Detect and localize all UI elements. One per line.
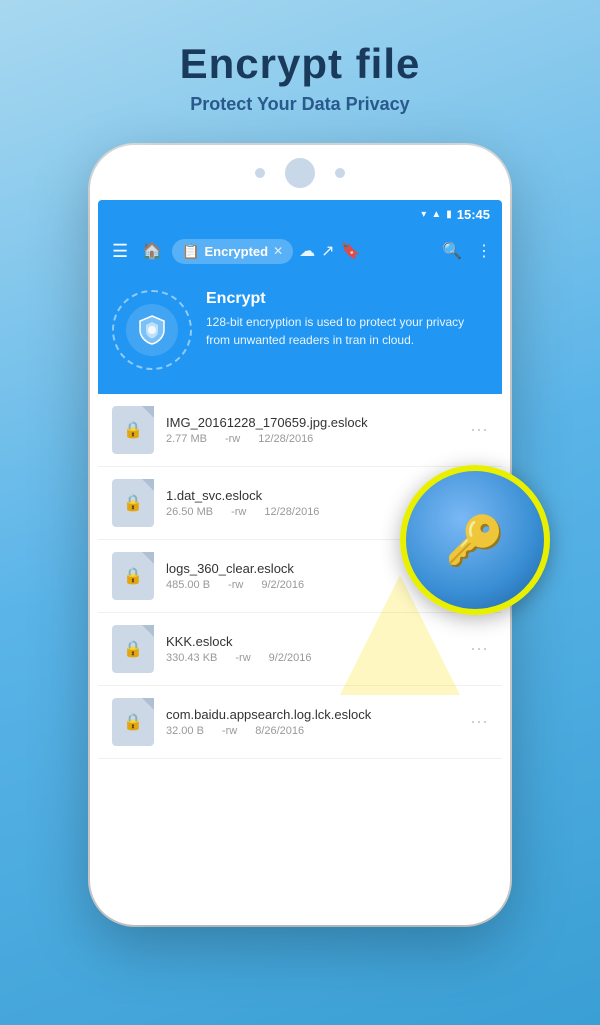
search-icon[interactable]: 🔍 xyxy=(442,241,462,261)
home-icon[interactable]: 🏠 xyxy=(138,237,166,265)
lock-icon: 🔒 xyxy=(123,566,143,586)
encrypt-banner: Encrypt 128-bit encryption is used to pr… xyxy=(98,274,502,394)
lock-icon: 🔒 xyxy=(123,712,143,732)
tab-file-icon: 📋 xyxy=(182,243,199,260)
file-date: 12/28/2016 xyxy=(258,433,313,445)
file-icon: 🔒 xyxy=(112,406,154,454)
tab-close-icon[interactable]: ✕ xyxy=(273,244,283,258)
file-info: IMG_20161228_170659.jpg.eslock 2.77 MB -… xyxy=(166,415,458,445)
file-perms: -rw xyxy=(228,579,243,591)
more-icon[interactable]: ⋮ xyxy=(476,241,492,261)
file-size: 26.50 MB xyxy=(166,506,213,518)
shield-icon xyxy=(136,314,168,346)
file-size: 330.43 KB xyxy=(166,652,217,664)
app-subtitle: Protect Your Data Privacy xyxy=(180,94,421,115)
lock-icon: 🔒 xyxy=(123,493,143,513)
phone-top-bar xyxy=(90,145,510,200)
file-list-item[interactable]: 🔒 IMG_20161228_170659.jpg.eslock 2.77 MB… xyxy=(98,394,502,467)
keyhole-icon: 🔑 xyxy=(445,512,505,569)
file-icon: 🔒 xyxy=(112,625,154,673)
file-size: 32.00 B xyxy=(166,725,204,737)
phone-mockup: 🔑 ▾ ▲ ▮ 15:45 ☰ 🏠 xyxy=(90,145,510,925)
camera-dot xyxy=(255,168,265,178)
file-meta: 2.77 MB -rw 12/28/2016 xyxy=(166,433,458,445)
tab-label: Encrypted xyxy=(205,244,269,259)
file-meta: 32.00 B -rw 8/26/2016 xyxy=(166,725,458,737)
file-date: 8/26/2016 xyxy=(255,725,304,737)
file-size: 2.77 MB xyxy=(166,433,207,445)
sensor-dot xyxy=(335,168,345,178)
app-header: Encrypt file Protect Your Data Privacy xyxy=(180,40,421,115)
shield-container xyxy=(112,290,192,370)
lock-icon: 🔒 xyxy=(123,420,143,440)
status-bar: ▾ ▲ ▮ 15:45 xyxy=(98,200,502,228)
file-icon: 🔒 xyxy=(112,552,154,600)
upload-icon: ↗ xyxy=(321,241,334,261)
file-icon: 🔒 xyxy=(112,479,154,527)
encrypt-description: 128-bit encryption is used to protect yo… xyxy=(206,313,488,349)
file-date: 12/28/2016 xyxy=(264,506,319,518)
file-name: com.baidu.appsearch.log.lck.eslock xyxy=(166,707,458,722)
file-options-icon[interactable]: ⋯ xyxy=(470,712,488,733)
lock-circle: 🔑 xyxy=(400,465,550,615)
status-icons: ▾ ▲ ▮ 15:45 xyxy=(421,207,490,222)
file-name: IMG_20161228_170659.jpg.eslock xyxy=(166,415,458,430)
file-date: 9/2/2016 xyxy=(261,579,304,591)
navigation-bar: ☰ 🏠 📋 Encrypted ✕ ☁ ↗ 🔖 🔍 ⋮ xyxy=(98,228,502,274)
clock: 15:45 xyxy=(457,207,490,222)
signal-icon: ▲ xyxy=(431,209,441,220)
bookmark-icon: 🔖 xyxy=(341,241,361,261)
battery-icon: ▮ xyxy=(446,209,452,220)
file-perms: -rw xyxy=(222,725,237,737)
cloud-icon: ☁ xyxy=(299,241,315,261)
file-icon: 🔒 xyxy=(112,698,154,746)
app-title: Encrypt file xyxy=(180,40,421,88)
file-perms: -rw xyxy=(235,652,250,664)
shield-inner xyxy=(126,304,178,356)
file-perms: -rw xyxy=(225,433,240,445)
file-date: 9/2/2016 xyxy=(269,652,312,664)
shield-outer-ring xyxy=(112,290,192,370)
file-options-icon[interactable]: ⋯ xyxy=(470,420,488,441)
wifi-icon: ▾ xyxy=(421,209,426,220)
encrypted-tab[interactable]: 📋 Encrypted ✕ xyxy=(172,239,293,264)
encrypt-title: Encrypt xyxy=(206,290,488,308)
file-options-icon[interactable]: ⋯ xyxy=(470,639,488,660)
file-perms: -rw xyxy=(231,506,246,518)
file-info: com.baidu.appsearch.log.lck.eslock 32.00… xyxy=(166,707,458,737)
file-list-item[interactable]: 🔒 com.baidu.appsearch.log.lck.eslock 32.… xyxy=(98,686,502,759)
lock-icon: 🔒 xyxy=(123,639,143,659)
lock-overlay-circle: 🔑 xyxy=(400,465,550,615)
file-size: 485.00 B xyxy=(166,579,210,591)
encrypt-text-block: Encrypt 128-bit encryption is used to pr… xyxy=(206,290,488,349)
nav-right-icons: 🔍 ⋮ xyxy=(442,241,492,261)
hamburger-icon[interactable]: ☰ xyxy=(108,237,132,266)
front-camera xyxy=(285,158,315,188)
